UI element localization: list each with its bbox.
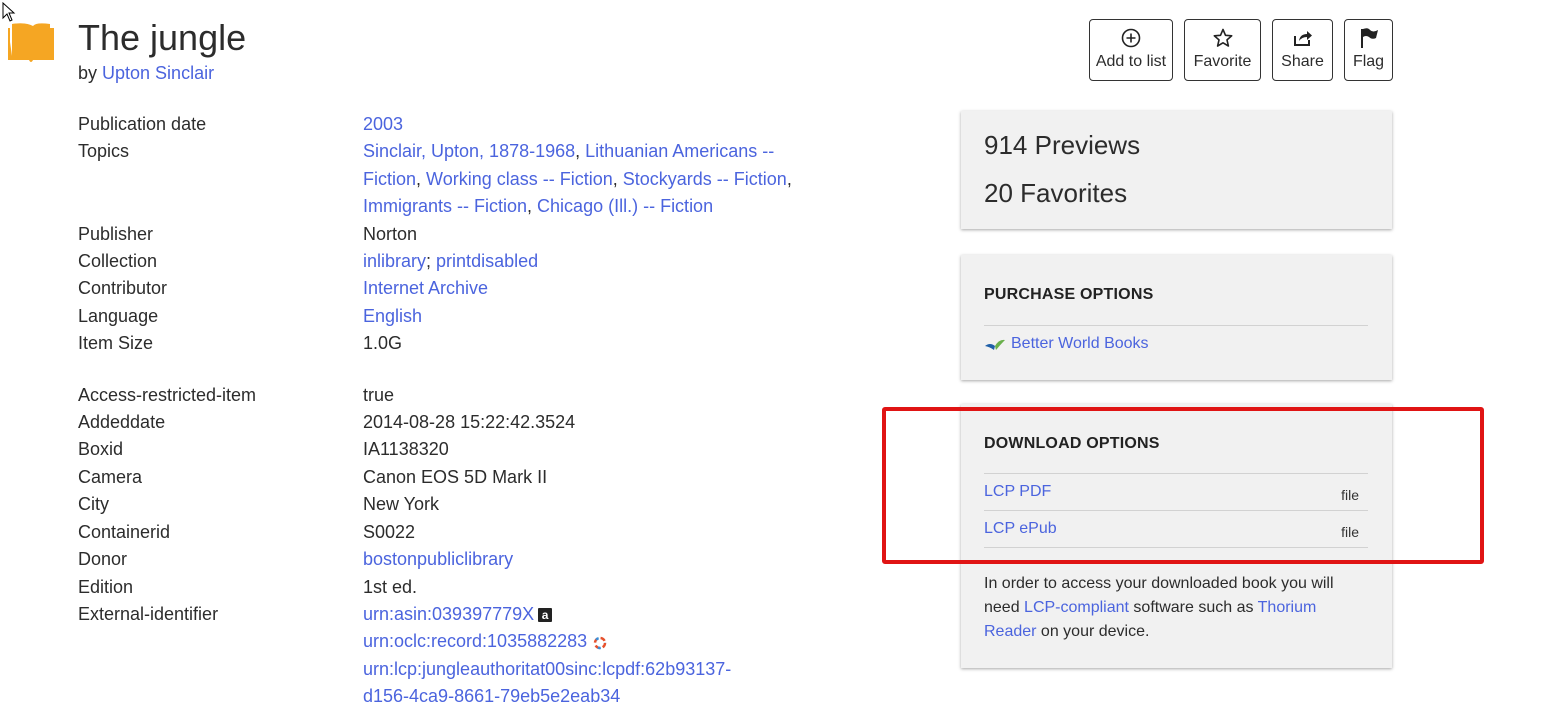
metadata-row: Donor bostonpubliclibrary <box>78 546 838 573</box>
addeddate-value: 2014-08-28 15:22:42.3524 <box>363 412 576 433</box>
topic-link[interactable]: Working class -- Fiction <box>426 169 613 189</box>
page-title: The jungle <box>78 17 247 58</box>
collection-link[interactable]: inlibrary <box>363 251 426 271</box>
stats-panel: 914 Previews 20 Favorites <box>961 111 1392 229</box>
metadata-key: External-identifier <box>78 603 219 624</box>
add-to-list-button[interactable]: Add to list <box>1089 19 1173 81</box>
metadata-key: Edition <box>78 576 134 597</box>
publication-date-link[interactable]: 2003 <box>363 114 403 134</box>
highlight-box <box>882 407 1484 564</box>
favorites-count: 20 Favorites <box>984 178 1128 208</box>
mouse-cursor-icon <box>2 2 16 22</box>
better-world-books-link[interactable]: Better World Books <box>1011 335 1149 352</box>
better-world-books-item[interactable]: Better World Books <box>984 335 1149 353</box>
metadata-key: Topics <box>78 141 130 162</box>
metadata-row: Language English <box>78 303 838 330</box>
donor-link[interactable]: bostonpubliclibrary <box>363 549 513 569</box>
metadata-row: Topics Sinclair, Upton, 1878-1968, Lithu… <box>78 138 838 220</box>
action-bar: Add to list Favorite Share Flag <box>1089 19 1393 83</box>
edition-value: 1st ed. <box>363 576 418 597</box>
plus-circle-icon <box>1121 28 1141 48</box>
metadata-row: Publication date 2003 <box>78 111 838 138</box>
metadata-row: Containerid S0022 <box>78 519 838 546</box>
containerid-value: S0022 <box>363 521 416 542</box>
topic-link[interactable]: Stockyards -- Fiction <box>623 169 787 189</box>
author-link[interactable]: Upton Sinclair <box>102 63 214 83</box>
previews-count: 914 Previews <box>984 130 1141 160</box>
metadata-row: Boxid IA1138320 <box>78 436 838 463</box>
metadata-row: Publisher Norton <box>78 221 838 248</box>
metadata-row: Camera Canon EOS 5D Mark II <box>78 464 838 491</box>
contributor-link[interactable]: Internet Archive <box>363 278 488 298</box>
external-identifier-link[interactable]: urn:oclc:record:1035882283 <box>363 631 587 651</box>
add-to-list-label: Add to list <box>1095 53 1167 70</box>
metadata-key: Item Size <box>78 333 154 354</box>
metadata-key: Publisher <box>78 223 154 244</box>
collection-link[interactable]: printdisabled <box>436 251 538 271</box>
flag-button[interactable]: Flag <box>1344 19 1393 81</box>
share-label: Share <box>1281 53 1324 70</box>
book-icon <box>8 23 54 62</box>
metadata-key: City <box>78 494 109 515</box>
language-link[interactable]: English <box>363 306 422 326</box>
purchase-options-panel: PURCHASE OPTIONS Better World Books <box>961 255 1392 380</box>
metadata-row: Edition 1st ed. <box>78 574 838 601</box>
metadata-key: Addeddate <box>78 412 166 433</box>
flag-icon <box>1360 28 1378 48</box>
metadata-row: Access-restricted-item true <box>78 382 838 409</box>
better-world-books-icon <box>985 339 1005 350</box>
topic-link[interactable]: Immigrants -- Fiction <box>363 196 527 216</box>
metadata-row: Addeddate 2014-08-28 15:22:42.3524 <box>78 409 838 436</box>
metadata-key: Publication date <box>78 114 207 134</box>
external-identifier-link[interactable]: urn:lcp:jungleauthoritat00sinc:lcpdf:62b… <box>363 659 731 679</box>
metadata-row: Collection inlibrary; printdisabled <box>78 248 838 275</box>
metadata-key: Contributor <box>78 278 168 299</box>
metadata-key: Donor <box>78 549 128 570</box>
note-text: software such as <box>1128 599 1258 616</box>
purchase-options-heading: PURCHASE OPTIONS <box>984 286 1154 303</box>
metadata-key: Containerid <box>78 521 171 542</box>
lcp-compliant-link[interactable]: LCP-compliant <box>1024 599 1129 616</box>
camera-value: Canon EOS 5D Mark II <box>363 466 548 487</box>
star-icon <box>1213 28 1232 47</box>
topic-link[interactable]: Chicago (Ill.) -- Fiction <box>537 196 713 216</box>
share-button[interactable]: Share <box>1272 19 1333 81</box>
metadata-row: Item Size 1.0G <box>78 330 838 357</box>
item-size-value: 1.0G <box>363 333 403 354</box>
favorite-button[interactable]: Favorite <box>1184 19 1261 81</box>
metadata-key: Camera <box>78 466 143 487</box>
topic-link[interactable]: Sinclair, Upton, 1878-1968 <box>363 141 575 161</box>
favorite-label: Favorite <box>1193 53 1252 70</box>
metadata-key: Boxid <box>78 439 124 460</box>
external-identifier-link[interactable]: d156-4ca9-8661-79eb5e2eab34 <box>363 686 620 706</box>
byline: by Upton Sinclair <box>78 62 214 84</box>
metadata-row: External-identifier urn:asin:039397779X a… <box>78 601 838 711</box>
metadata-row: City New York <box>78 491 838 518</box>
metadata-list: Publication date 2003 Topics Sinclair, U… <box>78 111 838 711</box>
external-identifier-link[interactable]: urn:asin:039397779X <box>363 604 534 624</box>
oclc-icon <box>593 636 607 649</box>
access-restricted-value: true <box>363 384 395 405</box>
city-value: New York <box>363 494 440 515</box>
note-text: on your device. <box>1036 623 1150 640</box>
metadata-key: Language <box>78 305 159 326</box>
download-note: In order to access your downloaded book … <box>984 572 1364 644</box>
by-label: by <box>78 63 98 83</box>
flag-label: Flag <box>1352 53 1385 70</box>
share-icon <box>1293 31 1312 46</box>
metadata-key: Collection <box>78 251 158 272</box>
metadata-key: Access-restricted-item <box>78 384 257 405</box>
publisher-value: Norton <box>363 223 418 244</box>
metadata-row: Contributor Internet Archive <box>78 275 838 302</box>
amazon-icon: a <box>538 608 553 623</box>
boxid-value: IA1138320 <box>363 439 449 460</box>
